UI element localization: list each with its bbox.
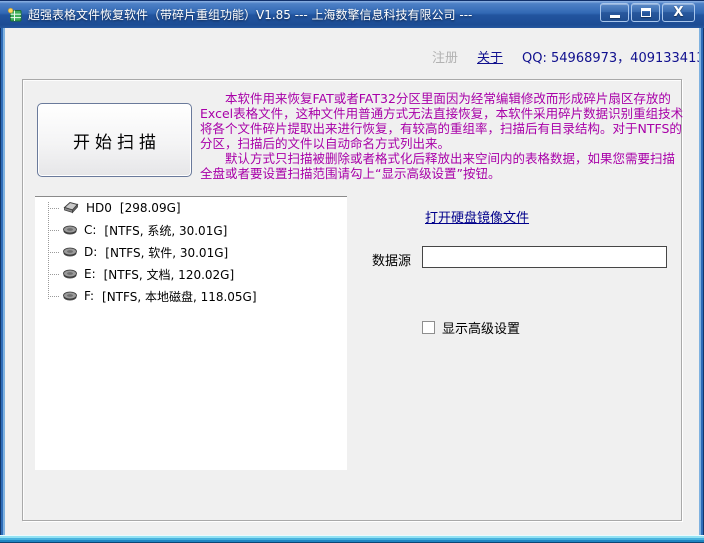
partition-disk-icon	[62, 290, 78, 302]
drive-name: F:	[84, 289, 94, 303]
drive-tree-item[interactable]: F: [NTFS, 本地磁盘, 118.05G]	[35, 285, 347, 307]
window-border-bottom	[0, 535, 704, 543]
drive-tree-item[interactable]: HD0 [298.09G]	[35, 197, 347, 219]
partition-disk-icon	[62, 246, 78, 258]
drive-detail: [NTFS, 系统, 30.01G]	[104, 222, 227, 239]
description-paragraph-2: 默认方式只扫描被删除或者格式化后释放出来空间内的表格数据，如果您需要扫描全盘或者…	[200, 151, 684, 181]
drive-detail: [NTFS, 文档, 120.02G]	[104, 266, 235, 283]
window-title: 超强表格文件恢复软件（带碎片重组功能）V1.85 --- 上海数擎信息科技有限公…	[28, 1, 472, 29]
app-window: 超强表格文件恢复软件（带碎片重组功能）V1.85 --- 上海数擎信息科技有限公…	[0, 0, 704, 543]
advanced-settings-checkbox[interactable]	[422, 321, 435, 334]
drive-tree: HD0 [298.09G] C: [NTFS, 系统, 30.01G]	[35, 196, 347, 470]
header-links: 注册 关于 QQ: 54968973，409133413	[432, 47, 704, 66]
titlebar[interactable]: 超强表格文件恢复软件（带碎片重组功能）V1.85 --- 上海数擎信息科技有限公…	[0, 0, 704, 28]
qq-contact-text: QQ: 54968973，409133413	[522, 47, 704, 66]
data-source-label: 数据源	[372, 250, 411, 269]
register-link[interactable]: 注册	[432, 47, 458, 66]
advanced-settings-row[interactable]: 显示高级设置	[422, 318, 520, 337]
app-icon	[7, 7, 23, 23]
drive-name: D:	[84, 245, 97, 259]
start-scan-button[interactable]: 开始扫描	[37, 103, 192, 177]
drive-detail: [NTFS, 软件, 30.01G]	[105, 244, 228, 261]
open-disk-image-link[interactable]: 打开硬盘镜像文件	[425, 207, 529, 226]
drive-tree-item[interactable]: C: [NTFS, 系统, 30.01G]	[35, 219, 347, 241]
window-border-left	[0, 28, 5, 543]
window-border-right	[699, 28, 704, 543]
drive-tree-item[interactable]: D: [NTFS, 软件, 30.01G]	[35, 241, 347, 263]
window-controls: X	[600, 3, 695, 22]
partition-disk-icon	[62, 268, 78, 280]
drive-detail: [298.09G]	[120, 201, 181, 215]
drive-name: C:	[84, 223, 96, 237]
drive-name: E:	[84, 267, 96, 281]
drive-name: HD0	[86, 201, 112, 215]
maximize-button[interactable]	[631, 3, 660, 22]
drive-tree-item[interactable]: E: [NTFS, 文档, 120.02G]	[35, 263, 347, 285]
minimize-button[interactable]	[600, 3, 629, 22]
description-paragraph-1: 本软件用来恢复FAT或者FAT32分区里面因为经常编辑修改而形成碎片扇区存放的E…	[200, 91, 684, 151]
description-text: 本软件用来恢复FAT或者FAT32分区里面因为经常编辑修改而形成碎片扇区存放的E…	[200, 91, 684, 181]
minimize-icon	[610, 15, 620, 18]
drive-detail: [NTFS, 本地磁盘, 118.05G]	[102, 288, 257, 305]
close-icon: X	[673, 6, 683, 19]
partition-disk-icon	[62, 224, 78, 236]
maximize-icon	[641, 8, 651, 17]
advanced-settings-label: 显示高级设置	[442, 318, 520, 337]
data-source-input[interactable]	[422, 246, 667, 268]
hard-disk-icon	[62, 201, 80, 215]
about-link[interactable]: 关于	[477, 47, 503, 66]
close-button[interactable]: X	[662, 3, 695, 22]
client-area: 注册 关于 QQ: 54968973，409133413 开始扫描 本软件用来恢…	[5, 28, 699, 535]
